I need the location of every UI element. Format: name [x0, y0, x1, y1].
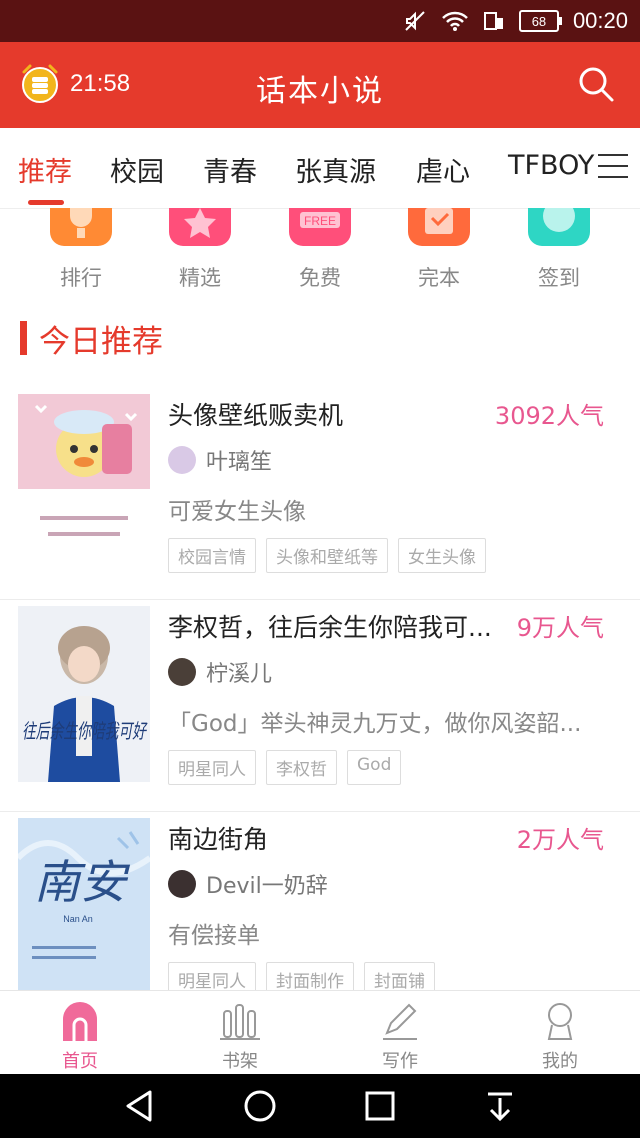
search-icon[interactable]: [576, 64, 616, 104]
book-tags: 明星同人 李权哲 God: [168, 750, 402, 785]
home-icon: [59, 1001, 101, 1041]
book-tag[interactable]: 明星同人: [168, 750, 256, 785]
book-description: 有偿接单: [168, 923, 260, 949]
tab-tfboy[interactable]: TFBOY: [508, 150, 594, 181]
book-description: 可爱女生头像: [168, 499, 306, 525]
book-popularity: 9万人气: [516, 614, 604, 642]
tab-campus[interactable]: 校园: [110, 150, 164, 189]
author-row[interactable]: 柠溪儿: [168, 656, 272, 688]
book-item[interactable]: 往后余生你陪我可好 李权哲，往后余生你陪我可... 9万人气 柠溪儿 「God」…: [0, 600, 640, 812]
nav-write[interactable]: 写作: [350, 1001, 450, 1073]
book-tag[interactable]: 校园言情: [168, 538, 256, 573]
tab-zhang-zhenyuan[interactable]: 张真源: [295, 150, 376, 189]
quick-item-ranking[interactable]: 排行: [31, 208, 131, 292]
notification-down-icon[interactable]: [482, 1088, 518, 1124]
quick-item-free[interactable]: FREE 免费: [270, 208, 370, 292]
signin-icon: [528, 208, 590, 246]
tab-youth[interactable]: 青春: [203, 150, 257, 189]
wifi-icon: [441, 10, 469, 32]
book-item[interactable]: 南安 Nan An 南边街角 2万人气 Devil一奶辞 有偿接单 明星同人 封…: [0, 812, 640, 997]
cover-subtext: Nan An: [63, 914, 93, 924]
tab-sad[interactable]: 虐心: [416, 150, 470, 189]
battery-icon: 68: [518, 10, 562, 32]
avatar: [168, 870, 196, 898]
book-title: 头像壁纸贩卖机: [168, 401, 344, 430]
book-title: 李权哲，往后余生你陪我可...: [168, 613, 492, 642]
author-row[interactable]: Devil一奶辞: [168, 868, 328, 900]
tab-recommend[interactable]: 推荐: [18, 150, 72, 189]
profile-icon: [539, 1001, 581, 1041]
quick-entries: 排行 精选 FREE 免费 完本 签到: [0, 208, 640, 298]
book-popularity: 3092人气: [494, 402, 604, 430]
book-popularity: 2万人气: [516, 826, 604, 854]
author-row[interactable]: 叶璃笙: [168, 444, 272, 476]
svg-text:FREE: FREE: [304, 214, 336, 228]
back-icon[interactable]: [122, 1088, 158, 1124]
book-cover[interactable]: 南安 Nan An: [18, 818, 150, 994]
book-tag[interactable]: 头像和壁纸等: [266, 538, 388, 573]
quick-item-featured[interactable]: 精选: [150, 208, 250, 292]
section-accent-bar: [20, 321, 27, 355]
trophy-icon: [50, 208, 112, 246]
app-header: 21:58 话本小说: [0, 42, 640, 128]
star-icon: [169, 208, 231, 246]
book-tag[interactable]: 李权哲: [266, 750, 337, 785]
nav-home[interactable]: 首页: [30, 1001, 130, 1073]
quick-item-complete[interactable]: 完本: [389, 208, 489, 292]
free-icon: FREE: [289, 208, 351, 246]
book-tag[interactable]: God: [347, 750, 402, 785]
section-title: 今日推荐: [39, 323, 163, 360]
cover-text: 南安: [34, 855, 131, 909]
author-name: 柠溪儿: [206, 662, 273, 687]
status-bar: 68 00:20: [0, 0, 640, 42]
active-tab-indicator: [28, 200, 64, 205]
category-tabs: 推荐 校园 青春 张真源 虐心 TFBOY: [0, 128, 640, 209]
book-item[interactable]: 头像壁纸贩卖机 3092人气 叶璃笙 可爱女生头像 校园言情 头像和壁纸等 女生…: [0, 388, 640, 600]
bookshelf-icon: [219, 1001, 261, 1041]
mute-icon: [403, 9, 427, 33]
recents-icon[interactable]: [362, 1088, 398, 1124]
nav-profile[interactable]: 我的: [510, 1001, 610, 1073]
book-tag[interactable]: 女生头像: [398, 538, 486, 573]
menu-icon[interactable]: [598, 154, 628, 182]
book-description: 「God」举头神灵九万丈，做你风姿韶...: [168, 711, 582, 737]
pencil-icon: [379, 1001, 421, 1041]
check-icon: [408, 208, 470, 246]
author-name: 叶璃笙: [206, 450, 273, 475]
status-time: 00:20: [572, 8, 628, 33]
home-circle-icon[interactable]: [242, 1088, 278, 1124]
quick-item-signin[interactable]: 签到: [509, 208, 609, 292]
book-title: 南边街角: [168, 825, 269, 854]
sim-icon: [483, 10, 505, 32]
book-cover[interactable]: 往后余生你陪我可好: [18, 606, 150, 782]
bottom-nav: 首页 书架 写作 我的: [0, 990, 640, 1075]
book-tags: 校园言情 头像和壁纸等 女生头像: [168, 538, 486, 573]
book-cover[interactable]: [18, 394, 150, 570]
system-nav-bar: [0, 1074, 640, 1138]
author-name: Devil一奶辞: [206, 874, 328, 899]
nav-bookshelf[interactable]: 书架: [190, 1001, 290, 1073]
section-header: 今日推荐: [20, 318, 163, 360]
page-title: 话本小说: [256, 74, 384, 109]
avatar: [168, 446, 196, 474]
avatar: [168, 658, 196, 686]
cover-text: 往后余生你陪我可好: [22, 719, 148, 743]
